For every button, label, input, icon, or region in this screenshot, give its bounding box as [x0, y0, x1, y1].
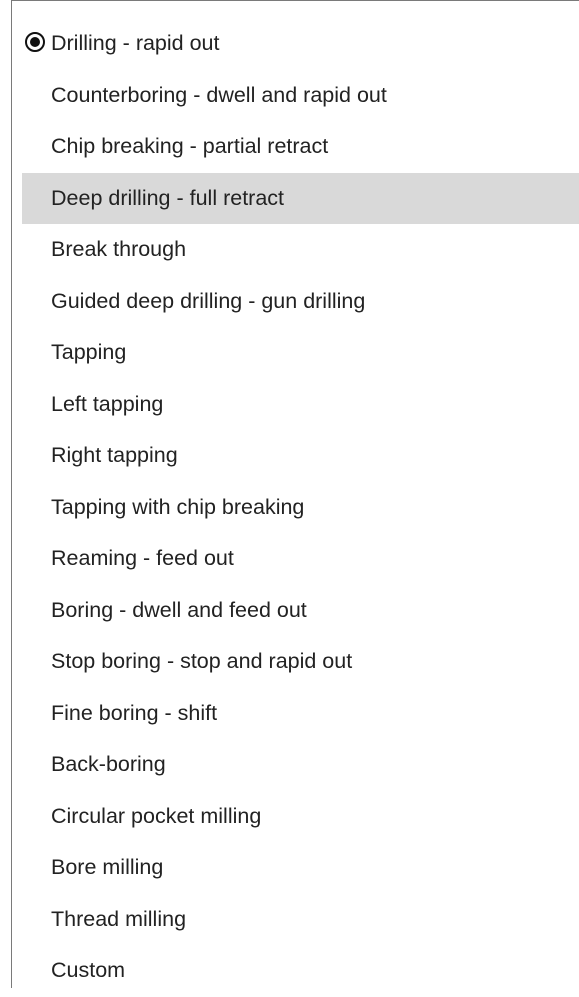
menu-item-label: Circular pocket milling [51, 803, 262, 828]
menu-item[interactable]: Thread milling [22, 894, 579, 946]
menu-item-label: Fine boring - shift [51, 700, 218, 725]
menu-item[interactable]: Left tapping [22, 379, 579, 431]
menu-item-label: Deep drilling - full retract [51, 185, 285, 210]
menu-item[interactable]: Tapping [22, 327, 579, 379]
menu-item-list: Drilling - rapid out Counterboring - dwe… [22, 18, 579, 997]
menu-item-label: Custom [51, 958, 126, 982]
menu-item-label: Tapping with chip breaking [51, 494, 305, 519]
menu-item[interactable]: Tapping with chip breaking [22, 482, 579, 534]
menu-item-label: Reaming - feed out [51, 546, 234, 570]
menu-item[interactable]: Chip breaking - partial retract [22, 121, 579, 173]
menu-item-highlighted[interactable]: Deep drilling - full retract [22, 172, 579, 224]
menu-item[interactable]: Bore milling [22, 842, 579, 894]
menu-item-label: Chip breaking - partial retract [51, 134, 329, 158]
menu-item[interactable]: Boring - dwell and feed out [22, 585, 579, 637]
menu-item[interactable]: Drilling - rapid out [22, 18, 579, 70]
cycle-type-dropdown-menu: Drilling - rapid out Counterboring - dwe… [11, 0, 579, 988]
menu-item[interactable]: Counterboring - dwell and rapid out [22, 70, 579, 122]
menu-item-label: Tapping [51, 340, 127, 364]
menu-item[interactable]: Fine boring - shift [22, 688, 579, 740]
menu-item-label: Back-boring [51, 752, 166, 776]
menu-item[interactable]: Custom [22, 945, 579, 997]
menu-item-label: Counterboring - dwell and rapid out [51, 82, 387, 107]
menu-item[interactable]: Break through [22, 224, 579, 276]
menu-item[interactable]: Right tapping [22, 430, 579, 482]
radio-selected-icon [25, 32, 45, 52]
menu-item[interactable]: Circular pocket milling [22, 791, 579, 843]
menu-item-label: Right tapping [51, 443, 178, 467]
menu-item-label: Drilling - rapid out [51, 31, 220, 55]
menu-item-label: Stop boring - stop and rapid out [51, 649, 353, 673]
menu-item-label: Guided deep drilling - gun drilling [51, 288, 366, 313]
menu-item[interactable]: Stop boring - stop and rapid out [22, 636, 579, 688]
menu-item[interactable]: Guided deep drilling - gun drilling [22, 276, 579, 328]
menu-item-label: Thread milling [51, 906, 187, 931]
menu-item-label: Left tapping [51, 391, 164, 416]
menu-item[interactable]: Back-boring [22, 739, 579, 791]
menu-item-label: Boring - dwell and feed out [51, 597, 307, 622]
menu-item-label: Break through [51, 237, 187, 261]
menu-item[interactable]: Reaming - feed out [22, 533, 579, 585]
menu-item-label: Bore milling [51, 855, 164, 879]
